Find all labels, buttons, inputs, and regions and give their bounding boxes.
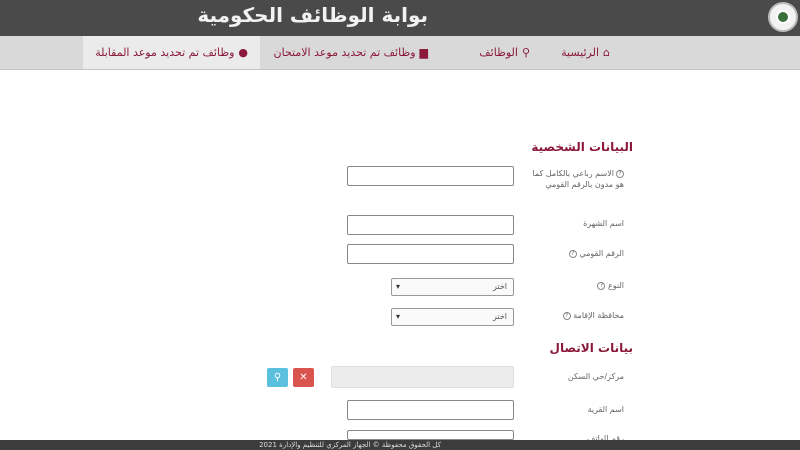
- governorate-label: محافظة الإقامة ?: [524, 310, 624, 321]
- clear-button[interactable]: ✕: [293, 368, 314, 387]
- nav-item-home-label: الرئيسية: [561, 46, 600, 59]
- chevron-down-icon: ▾: [396, 312, 401, 321]
- footer-copyright: كل الحقوق محفوظة © الجهاز المركزي للتنظي…: [259, 441, 441, 449]
- nav-item-jobs-label: الوظائف: [479, 46, 518, 59]
- user-icon: ●: [238, 46, 248, 59]
- personal-data-title: البيانات الشخصية: [531, 140, 633, 154]
- full-name-input[interactable]: [347, 166, 514, 186]
- center-input[interactable]: [331, 366, 514, 388]
- family-name-label: اسم الشهرة: [583, 219, 624, 228]
- village-input[interactable]: [347, 400, 514, 420]
- home-icon: ⌂: [603, 46, 610, 59]
- footer-bar: كل الحقوق محفوظة © الجهاز المركزي للتنظي…: [0, 440, 800, 450]
- search-button[interactable]: ⚲: [267, 368, 288, 387]
- phone-input[interactable]: [347, 430, 514, 440]
- nav-item-home[interactable]: ⌂الرئيسية: [549, 36, 622, 69]
- family-name-input[interactable]: [347, 215, 514, 235]
- full-name-label: ?الاسم رباعي بالكامل كما هو مدون بالرقم …: [524, 168, 624, 190]
- nav-item-exam-dates-label: وظائف تم تحديد موعد الامتحان: [273, 46, 416, 59]
- info-icon: ?: [616, 169, 624, 178]
- contact-data-title: بيانات الاتصال: [549, 341, 633, 355]
- national-id-label-text: الرقم القومي: [579, 249, 624, 258]
- top-header-bar: بوابة الوظائف الحكومية: [0, 0, 800, 36]
- search-icon: ⚲: [273, 372, 282, 383]
- document-icon: ▆: [419, 46, 428, 59]
- nav-item-interview-dates-label: وظائف تم تحديد موعد المقابلة: [95, 46, 235, 59]
- national-id-input[interactable]: [347, 244, 514, 264]
- gender-select-value: اختر: [493, 282, 507, 291]
- village-label: اسم القرية: [587, 405, 624, 414]
- main-navbar: ⌂الرئيسية ⚲الوظائف ▆وظائف تم تحديد موعد …: [0, 36, 800, 70]
- governorate-select-value: اختر: [493, 312, 507, 321]
- emblem-logo-icon: [776, 10, 790, 24]
- info-icon: ?: [562, 311, 571, 320]
- nav-item-exam-dates[interactable]: ▆وظائف تم تحديد موعد الامتحان: [262, 36, 440, 69]
- search-icon: ⚲: [521, 46, 530, 59]
- center-label: مركز/حي السكن: [567, 372, 624, 381]
- site-title: بوابة الوظائف الحكومية: [197, 3, 428, 27]
- close-icon: ✕: [299, 372, 308, 383]
- info-icon: ?: [597, 281, 606, 290]
- emblem-logo[interactable]: [768, 2, 798, 32]
- governorate-select[interactable]: اختر ▾: [391, 308, 514, 326]
- chevron-down-icon: ▾: [396, 282, 401, 291]
- gender-select[interactable]: اختر ▾: [391, 278, 514, 296]
- governorate-label-text: محافظة الإقامة: [573, 311, 624, 320]
- national-id-label: الرقم القومي ?: [524, 248, 624, 259]
- full-name-label-text: الاسم رباعي بالكامل كما هو مدون بالرقم ا…: [532, 169, 624, 189]
- nav-item-jobs[interactable]: ⚲الوظائف: [467, 36, 542, 69]
- nav-item-interview-dates[interactable]: ●وظائف تم تحديد موعد المقابلة: [83, 36, 260, 69]
- info-icon: ?: [568, 249, 577, 258]
- gender-label: النوع ?: [524, 280, 624, 291]
- gender-label-text: النوع: [608, 281, 624, 290]
